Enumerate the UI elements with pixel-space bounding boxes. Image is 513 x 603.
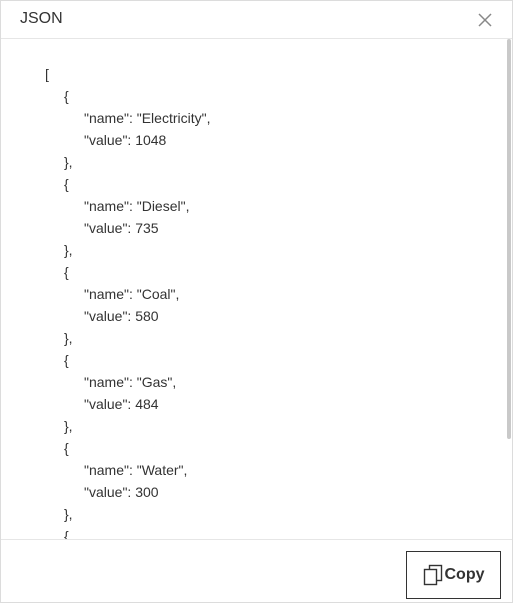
- close-icon: [478, 13, 492, 27]
- scrollbar[interactable]: [507, 39, 511, 439]
- copy-button-label: Copy: [444, 566, 485, 583]
- json-line: {: [64, 440, 69, 456]
- json-line: "name": "Diesel",: [84, 198, 190, 214]
- json-line: "name": "Electricity",: [84, 110, 211, 126]
- dialog-footer: Copy: [1, 539, 512, 602]
- close-button[interactable]: [476, 11, 494, 29]
- copy-icon: [423, 564, 442, 586]
- json-line: },: [64, 330, 73, 346]
- json-line: },: [64, 418, 73, 434]
- json-line: "name": "Coal",: [84, 286, 180, 302]
- json-dialog: JSON [ { "name": "Electricity", "value":…: [0, 0, 513, 603]
- json-line: "name": "Water",: [84, 462, 188, 478]
- json-line: {: [64, 528, 69, 539]
- json-line: "value": 735: [84, 220, 159, 236]
- json-content[interactable]: [ { "name": "Electricity", "value": 1048…: [1, 39, 512, 539]
- json-line: },: [64, 154, 73, 170]
- json-line: "value": 300: [84, 484, 159, 500]
- json-line: },: [64, 506, 73, 522]
- dialog-title: JSON: [20, 10, 63, 27]
- copy-button[interactable]: Copy: [406, 551, 501, 599]
- json-line: {: [64, 88, 69, 104]
- json-line: "value": 484: [84, 396, 159, 412]
- json-line: "name": "Gas",: [84, 374, 177, 390]
- json-line: "value": 580: [84, 308, 159, 324]
- json-line: "value": 1048: [84, 132, 167, 148]
- json-line: },: [64, 242, 73, 258]
- json-line: [: [45, 66, 49, 82]
- json-code-block: [ { "name": "Electricity", "value": 1048…: [45, 63, 210, 539]
- json-line: {: [64, 264, 69, 280]
- json-line: {: [64, 352, 69, 368]
- dialog-header: JSON: [1, 1, 512, 39]
- json-line: {: [64, 176, 69, 192]
